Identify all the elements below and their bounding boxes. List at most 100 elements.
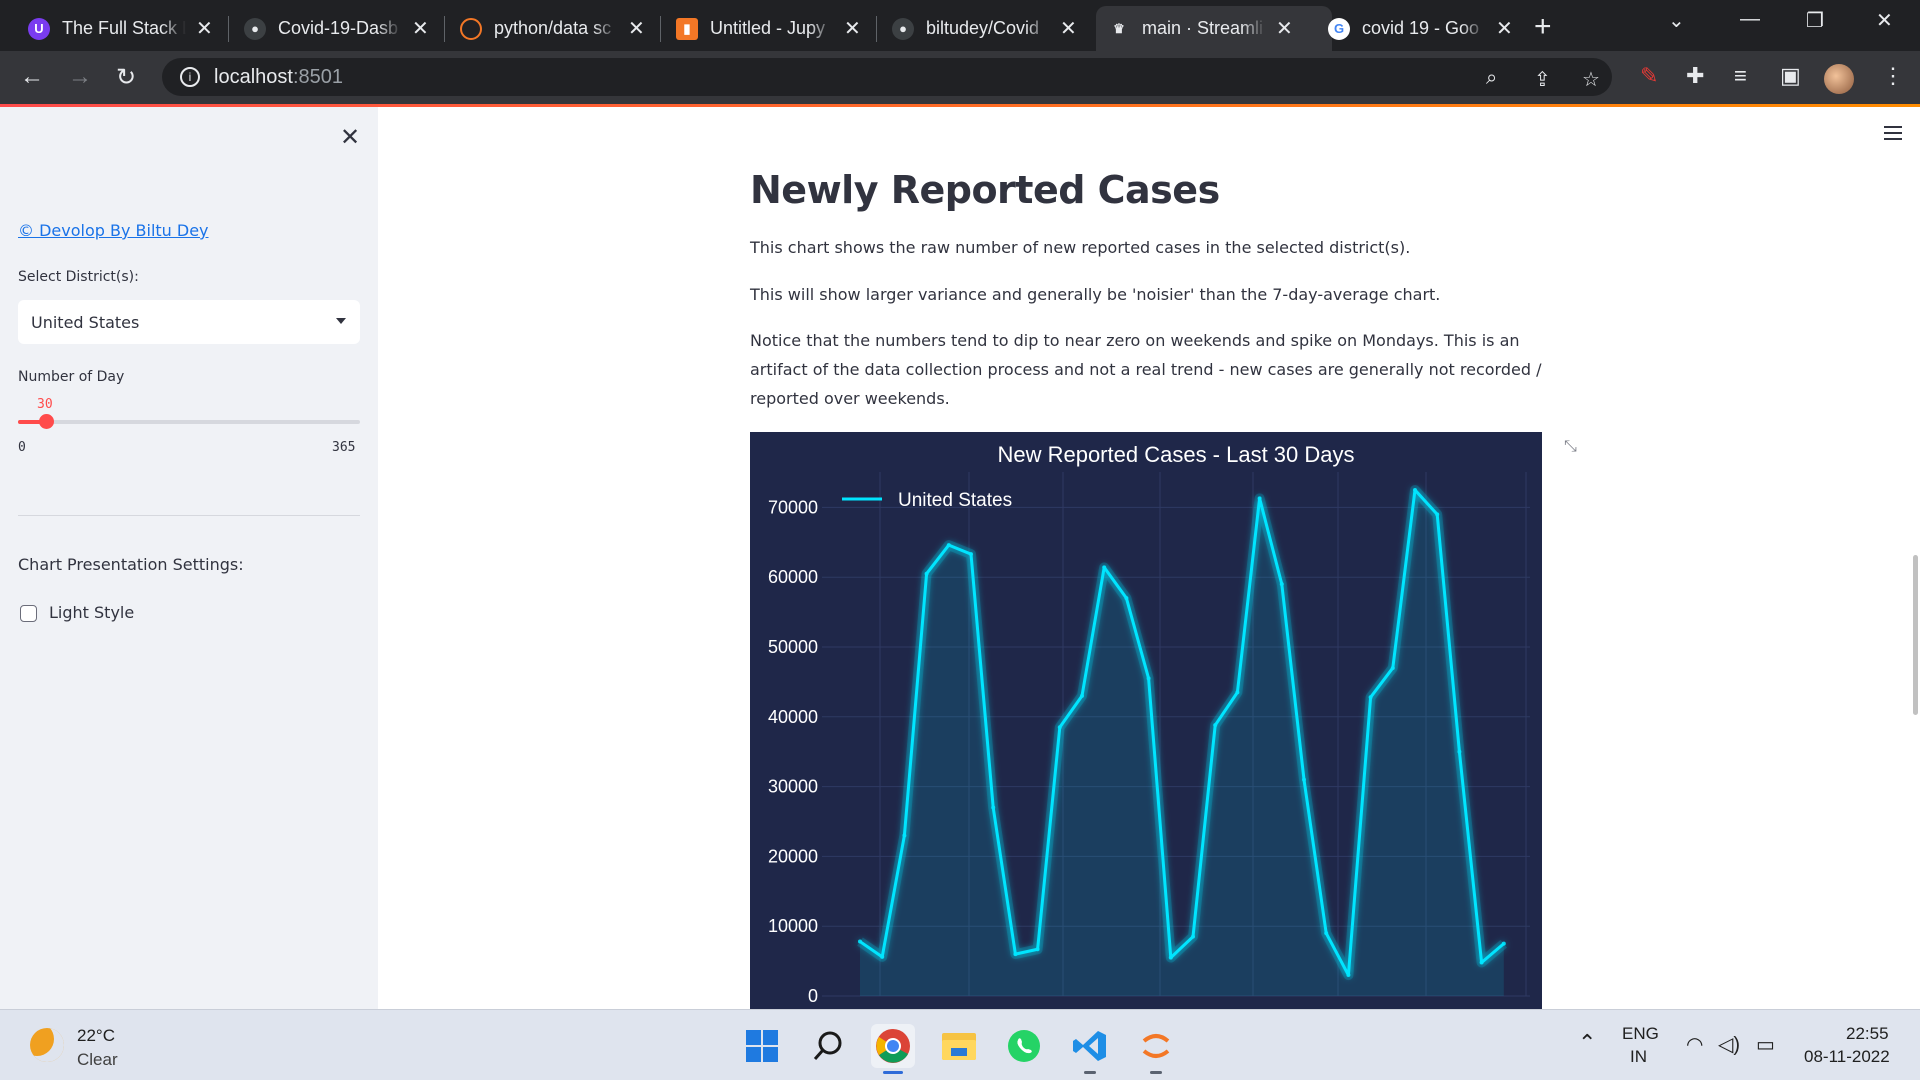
page-scrollbar[interactable] [1913, 555, 1918, 715]
bookmark-star-icon[interactable]: ☆ [1582, 67, 1600, 92]
start-button[interactable] [740, 1024, 784, 1068]
side-panel-icon[interactable]: ▣ [1780, 63, 1801, 89]
taskbar-jupyter[interactable] [1134, 1024, 1178, 1074]
legend-item[interactable]: United States [898, 490, 1012, 511]
language-indicator-line1[interactable]: ENG [1622, 1024, 1659, 1044]
restore-button[interactable]: ❐ [1806, 8, 1824, 33]
data-point[interactable] [1124, 596, 1129, 601]
volume-icon[interactable]: ◁) [1718, 1032, 1740, 1057]
tab-separator [876, 16, 877, 42]
fullscreen-expand-icon[interactable]: ⤡ [1564, 438, 1577, 456]
close-tab-icon[interactable]: ✕ [412, 16, 429, 41]
data-point[interactable] [946, 543, 951, 548]
data-point[interactable] [1035, 947, 1040, 952]
reload-button[interactable]: ↻ [116, 63, 136, 92]
data-point[interactable] [858, 939, 862, 944]
taskbar-file-explorer[interactable] [937, 1024, 981, 1068]
tab-github-covid[interactable]: ● Covid-19-Dasb ✕ [232, 6, 444, 51]
back-button[interactable]: ← [20, 63, 44, 91]
data-point[interactable] [1257, 496, 1262, 501]
app-menu-icon[interactable] [1884, 126, 1902, 144]
clock-date[interactable]: 08-11-2022 [1804, 1047, 1890, 1067]
media-control-icon[interactable]: ≡ [1734, 63, 1747, 89]
data-point[interactable] [1479, 960, 1484, 965]
close-sidebar-icon[interactable]: ✕ [340, 123, 360, 152]
tab-separator [660, 16, 661, 42]
forward-button[interactable]: → [68, 63, 92, 91]
weather-condition[interactable]: Clear [77, 1050, 118, 1070]
data-point[interactable] [1302, 777, 1306, 782]
close-tab-icon[interactable]: ✕ [628, 16, 645, 41]
close-tab-icon[interactable]: ✕ [844, 16, 861, 41]
tab-full-stack[interactable]: U The Full Stack L ✕ [16, 6, 228, 51]
data-point[interactable] [1279, 582, 1284, 587]
language-indicator-line2[interactable]: IN [1630, 1047, 1647, 1067]
close-tab-icon[interactable]: ✕ [1496, 16, 1513, 41]
data-point[interactable] [1080, 693, 1084, 698]
tab-biltudey-covid[interactable]: ● biltudey/Covid ✕ [880, 6, 1092, 51]
address-bar[interactable]: i localhost:8501 ⌕ ⇪ ☆ [162, 58, 1612, 96]
taskbar-whatsapp[interactable] [1002, 1024, 1046, 1068]
data-point[interactable] [924, 571, 929, 576]
taskbar-chrome[interactable] [871, 1024, 915, 1074]
author-link[interactable]: © Devolop By Biltu Dey [18, 221, 209, 240]
data-point[interactable] [1213, 723, 1218, 728]
wifi-icon[interactable]: ◠ [1686, 1032, 1703, 1057]
data-point[interactable] [991, 805, 996, 810]
data-point[interactable] [880, 954, 885, 959]
chart-title: New Reported Cases - Last 30 Days [997, 442, 1354, 467]
close-tab-icon[interactable]: ✕ [1276, 16, 1293, 41]
zoom-icon[interactable]: ⌕ [1486, 67, 1497, 90]
data-point[interactable] [1168, 955, 1173, 960]
tab-untitled-jupyter[interactable]: ▮ Untitled - Jupy ✕ [664, 6, 876, 51]
data-point[interactable] [1413, 487, 1417, 492]
data-point[interactable] [1235, 690, 1240, 695]
data-point[interactable] [1435, 512, 1440, 517]
tab-streamlit-main[interactable]: ♛ main · Streamli ✕ [1096, 6, 1332, 51]
data-point[interactable] [1390, 665, 1395, 670]
data-point[interactable] [1191, 934, 1195, 939]
new-tab-button[interactable]: + [1534, 10, 1552, 44]
data-point[interactable] [1324, 931, 1329, 936]
tab-python-data[interactable]: python/data sc ✕ [448, 6, 660, 51]
share-icon[interactable]: ⇪ [1534, 67, 1551, 92]
days-slider-track[interactable] [18, 420, 360, 424]
close-tab-icon[interactable]: ✕ [196, 16, 213, 41]
district-select[interactable]: United States [18, 300, 360, 344]
data-point[interactable] [1457, 749, 1462, 754]
taskbar-vscode[interactable] [1068, 1024, 1112, 1074]
light-style-checkbox[interactable] [20, 605, 37, 622]
moon-weather-icon[interactable] [30, 1028, 64, 1062]
description-paragraph: This chart shows the raw number of new r… [750, 238, 1411, 257]
description-paragraph: Notice that the numbers tend to dip to n… [750, 331, 1542, 408]
data-point[interactable] [1057, 725, 1062, 730]
site-info-icon[interactable]: i [180, 67, 200, 87]
browser-menu-icon[interactable]: ⋮ [1882, 63, 1904, 89]
clock-time[interactable]: 22:55 [1846, 1024, 1889, 1044]
light-style-label[interactable]: Light Style [49, 603, 134, 622]
data-point[interactable] [1146, 676, 1151, 681]
profile-avatar[interactable] [1824, 64, 1854, 94]
close-tab-icon[interactable]: ✕ [1060, 16, 1077, 41]
data-point[interactable] [1501, 941, 1506, 946]
minimize-button[interactable]: — [1740, 8, 1760, 31]
data-point[interactable] [1102, 565, 1107, 570]
slider-value: 30 [37, 397, 53, 412]
data-point[interactable] [1346, 973, 1351, 978]
weather-temperature[interactable]: 22°C [77, 1026, 115, 1046]
show-hidden-icons-chevron-icon[interactable]: ⌃ [1578, 1030, 1596, 1056]
taskbar-search-button[interactable] [806, 1024, 850, 1068]
data-point[interactable] [1368, 695, 1373, 700]
close-window-button[interactable]: ✕ [1876, 8, 1893, 33]
extensions-icon[interactable]: ✚ [1686, 63, 1704, 89]
pen-extension-icon[interactable]: ✎ [1640, 63, 1658, 89]
jupyter-book-icon: ▮ [676, 17, 698, 40]
data-point[interactable] [902, 833, 907, 838]
battery-icon[interactable]: ▭ [1756, 1032, 1775, 1057]
tab-search-chevron-icon[interactable]: ⌄ [1668, 8, 1685, 33]
chrome-icon [876, 1029, 910, 1063]
data-point[interactable] [969, 552, 973, 557]
tab-google-covid[interactable]: G covid 19 - Goo ✕ [1316, 6, 1528, 51]
data-point[interactable] [1013, 952, 1018, 957]
days-slider-thumb[interactable] [39, 414, 55, 429]
